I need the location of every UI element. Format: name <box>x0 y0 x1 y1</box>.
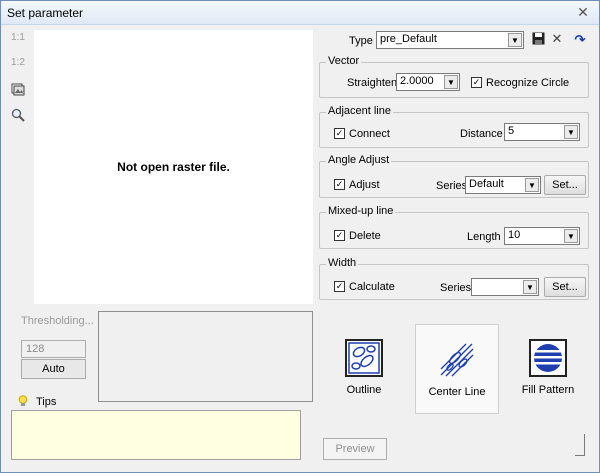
angle-adjust-title: Angle Adjust <box>326 154 392 166</box>
fill-pattern-icon <box>529 339 567 377</box>
width-series-label: Series <box>440 282 472 294</box>
window-title: Set parameter <box>7 6 84 20</box>
straighten-select[interactable]: 2.0000 ▼ <box>396 73 460 91</box>
length-value: 10 <box>508 229 521 241</box>
mixed-up-line-title: Mixed-up line <box>326 205 396 217</box>
adjacent-line-title: Adjacent line <box>326 105 393 117</box>
histogram-panel <box>98 311 313 402</box>
fill-pattern-label: Fill Pattern <box>521 384 575 396</box>
chevron-down-icon: ▼ <box>564 229 578 243</box>
width-title: Width <box>326 257 359 269</box>
connect-checkbox[interactable]: ✓ <box>334 128 345 139</box>
tips-box <box>11 410 301 460</box>
center-line-label: Center Line <box>428 386 486 398</box>
straighten-label: Straighten <box>347 77 398 89</box>
chevron-down-icon: ▼ <box>564 125 578 139</box>
outline-label: Outline <box>346 384 382 396</box>
type-select-value: pre_Default <box>380 33 437 45</box>
mode-fill-pattern[interactable]: Fill Pattern <box>506 323 590 413</box>
tips-label: Tips <box>36 396 57 408</box>
outline-icon <box>345 339 383 377</box>
center-line-icon <box>438 341 476 379</box>
raster-view[interactable]: Not open raster file. <box>34 30 313 304</box>
width-set-button[interactable]: Set... <box>544 277 586 297</box>
vector-group: Vector Straighten 2.0000 ▼ ✓ Recognize C… <box>319 55 589 98</box>
dialog-body: 1:1 1:2 Not open raster file. Thresholdi… <box>1 26 599 472</box>
angle-series-select[interactable]: Default ▼ <box>465 176 541 194</box>
delete-checkbox[interactable]: ✓ <box>334 230 345 241</box>
zoom-1-2-button[interactable]: 1:2 <box>11 57 31 73</box>
adjust-label: Adjust <box>349 179 380 191</box>
distance-label: Distance <box>460 128 503 140</box>
adjacent-line-group: Adjacent line ✓ Connect Distance 5 ▼ <box>319 105 589 148</box>
magnifier-icon[interactable] <box>11 108 31 124</box>
mixed-up-line-group: Mixed-up line ✓ Delete Length 10 ▼ <box>319 205 589 249</box>
resize-grip <box>584 434 586 456</box>
refresh-icon[interactable]: ↷ <box>572 32 588 48</box>
mode-center-line[interactable]: Center Line <box>415 324 499 414</box>
delete-icon[interactable]: ✕ <box>549 31 565 47</box>
type-label: Type <box>349 35 373 47</box>
length-label: Length <box>467 231 501 243</box>
chevron-down-icon: ▼ <box>508 33 522 47</box>
lightbulb-icon <box>18 395 28 407</box>
calculate-label: Calculate <box>349 281 395 293</box>
raster-message: Not open raster file. <box>117 160 230 174</box>
adjust-checkbox[interactable]: ✓ <box>334 179 345 190</box>
auto-button[interactable]: Auto <box>21 359 86 379</box>
width-group: Width ✓ Calculate Series ▼ Set... <box>319 257 589 300</box>
chevron-down-icon: ▼ <box>523 280 537 294</box>
distance-select[interactable]: 5 ▼ <box>504 123 580 141</box>
mode-outline[interactable]: Outline <box>322 323 406 413</box>
connect-label: Connect <box>349 128 390 140</box>
close-button[interactable]: ✕ <box>573 3 593 21</box>
thresholding-label: Thresholding... <box>21 315 94 327</box>
chevron-down-icon: ▼ <box>444 75 458 89</box>
set-parameter-dialog: Set parameter ✕ 1:1 1:2 Not open raster … <box>0 0 600 473</box>
preview-button[interactable]: Preview <box>323 438 387 460</box>
length-select[interactable]: 10 ▼ <box>504 227 580 245</box>
recognize-circle-checkbox[interactable]: ✓ <box>471 77 482 88</box>
zoom-1-1-button[interactable]: 1:1 <box>11 32 31 48</box>
distance-value: 5 <box>508 125 515 137</box>
chevron-down-icon: ▼ <box>525 178 539 192</box>
title-bar: Set parameter ✕ <box>1 1 599 25</box>
resize-grip-bottom <box>575 455 585 456</box>
type-select[interactable]: pre_Default ▼ <box>376 31 524 49</box>
angle-set-button[interactable]: Set... <box>544 175 586 195</box>
image-icon[interactable] <box>11 82 31 98</box>
threshold-value-field[interactable]: 128 <box>21 340 86 358</box>
recognize-circle-label: Recognize Circle <box>486 77 570 89</box>
vector-group-title: Vector <box>326 55 362 67</box>
straighten-value: 2.0000 <box>400 75 434 87</box>
delete-label: Delete <box>349 230 381 242</box>
save-icon[interactable] <box>530 32 546 48</box>
calculate-checkbox[interactable]: ✓ <box>334 281 345 292</box>
width-series-select[interactable]: ▼ <box>471 278 539 296</box>
angle-series-label: Series <box>436 180 468 192</box>
angle-series-value: Default <box>469 178 504 190</box>
angle-adjust-group: Angle Adjust ✓ Adjust Series Default ▼ S… <box>319 154 589 198</box>
